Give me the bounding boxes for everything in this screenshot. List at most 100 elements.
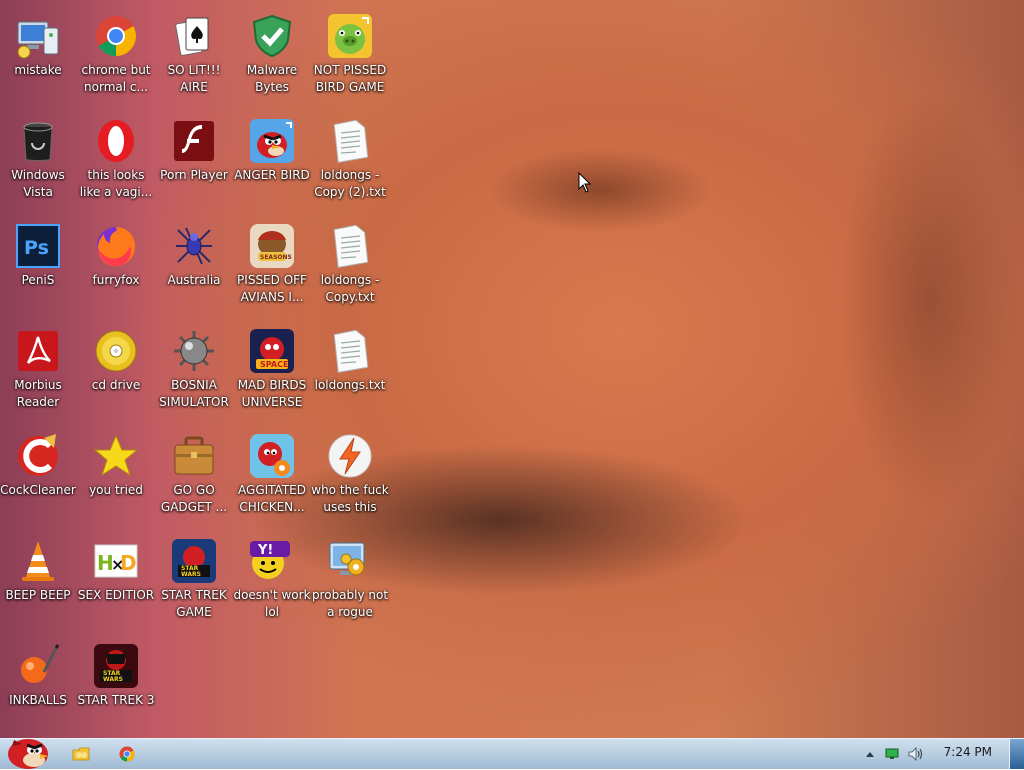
desktop-icon-doesn-t-work-lol[interactable]: Y! doesn't work lol bbox=[232, 529, 312, 633]
desktop-icon-cockcleaner[interactable]: CockCleaner bbox=[0, 424, 78, 528]
taskbar-explorer-button[interactable] bbox=[67, 742, 95, 766]
svg-text:WARS: WARS bbox=[103, 676, 123, 683]
mouse-cursor bbox=[578, 172, 592, 193]
desktop-icon-cd-drive[interactable]: cd drive bbox=[76, 319, 156, 423]
vlc-cone-icon bbox=[14, 537, 62, 585]
desktop-icon-furryfox[interactable]: furryfox bbox=[76, 214, 156, 318]
desktop-icon-you-tried[interactable]: you tried bbox=[76, 424, 156, 528]
show-desktop-button[interactable] bbox=[1009, 739, 1024, 769]
bird-space-icon: SPACE bbox=[248, 327, 296, 375]
desktop-icon-label: doesn't work lol bbox=[233, 588, 311, 619]
shield-check-icon bbox=[248, 12, 296, 60]
control-panel-icon bbox=[326, 537, 374, 585]
desktop-icon-loldongs-txt[interactable]: loldongs.txt bbox=[310, 319, 390, 423]
network-icon[interactable] bbox=[885, 748, 899, 760]
desktop-icon-label: Porn Player bbox=[160, 168, 228, 182]
cd-icon bbox=[92, 327, 140, 375]
solitaire-cards-icon bbox=[170, 12, 218, 60]
angry-bird-start-icon bbox=[8, 739, 48, 769]
start-button[interactable] bbox=[4, 731, 50, 769]
bird-seasons-icon: SEASONS bbox=[248, 222, 296, 270]
desktop-icon-label: STAR TREK 3 bbox=[77, 693, 155, 707]
hxd-icon: H × D bbox=[92, 537, 140, 585]
desktop-icon-label: cd drive bbox=[91, 378, 141, 392]
desktop-icon-label: INKBALLS bbox=[9, 693, 67, 707]
desktop-icon-penis[interactable]: Ps PeniS bbox=[0, 214, 78, 318]
desktop-icon-label: AGGITATED CHICKEN... bbox=[238, 483, 306, 514]
desktop-icon-label: this looks like a vagi... bbox=[79, 168, 153, 199]
desktop-icon-so-lit-aire[interactable]: SO LIT!!! AIRE bbox=[154, 4, 234, 108]
desktop-icon-loldongs-copy-txt[interactable]: loldongs - Copy.txt bbox=[310, 214, 390, 318]
desktop-icon-label: loldongs - Copy (2).txt bbox=[314, 168, 386, 199]
star-icon bbox=[92, 432, 140, 480]
volume-icon[interactable] bbox=[908, 747, 924, 761]
desktop-icon-label: chrome but normal c... bbox=[81, 63, 151, 94]
desktop-icon-go-go-gadget[interactable]: GO GO GADGET ... bbox=[154, 424, 234, 528]
taskbar-chrome-button[interactable] bbox=[113, 742, 141, 766]
desktop-icon-label: mistake bbox=[14, 63, 62, 77]
inkball-icon bbox=[14, 642, 62, 690]
desktop-icon-label: who the fuck uses this bbox=[311, 483, 389, 514]
recycle-bin-icon bbox=[14, 117, 62, 165]
taskbar-clock[interactable]: 7:24 PM bbox=[944, 745, 992, 759]
text-file-icon bbox=[326, 222, 374, 270]
desktop-icon-label: CockCleaner bbox=[0, 483, 76, 497]
desktop-icon-label: Australia bbox=[167, 273, 221, 287]
text-file-icon bbox=[326, 327, 374, 375]
desktop-icon-sex-editior[interactable]: H × D SEX EDITIOR bbox=[76, 529, 156, 633]
chrome-icon bbox=[119, 746, 135, 762]
desktop-icon-bosnia-simulator[interactable]: BOSNIA SIMULATOR bbox=[154, 319, 234, 423]
desktop-icon-mistake[interactable]: mistake bbox=[0, 4, 78, 108]
photoshop-icon: Ps bbox=[14, 222, 62, 270]
desktop-icon-label: NOT PISSED BIRD GAME bbox=[313, 63, 387, 94]
desktop-icon-label: probably not a rogue bbox=[311, 588, 389, 619]
desktop-icon-malware-bytes[interactable]: Malware Bytes bbox=[232, 4, 312, 108]
desktop-icon-label: SO LIT!!! AIRE bbox=[167, 63, 221, 94]
desktop-icon-label: BEEP BEEP bbox=[5, 588, 71, 602]
desktop-icon-not-pissed-bird-game[interactable]: NOT PISSED BIRD GAME bbox=[310, 4, 390, 108]
computer-icon bbox=[14, 12, 62, 60]
taskbar: 7:24 PM bbox=[0, 738, 1024, 769]
desktop-icon-label: you tried bbox=[89, 483, 143, 497]
svg-text:SEASONS: SEASONS bbox=[260, 254, 292, 261]
desktop-icon-mad-birds-universe[interactable]: SPACE MAD BIRDS UNIVERSE bbox=[232, 319, 312, 423]
desktop-icon-who-the-fuck-uses-this[interactable]: who the fuck uses this bbox=[310, 424, 390, 528]
desktop-icon-aggitated-chicken[interactable]: AGGITATED CHICKEN... bbox=[232, 424, 312, 528]
svg-text:WARS: WARS bbox=[181, 571, 201, 578]
chrome-icon bbox=[92, 12, 140, 60]
folder-icon bbox=[72, 747, 90, 761]
mine-icon bbox=[170, 327, 218, 375]
desktop-icon-loldongs-copy-2-txt[interactable]: loldongs - Copy (2).txt bbox=[310, 109, 390, 213]
desktop-icon-label: loldongs - Copy.txt bbox=[320, 273, 380, 304]
desktop-icon-porn-player[interactable]: Porn Player bbox=[154, 109, 234, 213]
star-wars-bird-icon: STAR WARS bbox=[170, 537, 218, 585]
desktop-icon-label: STAR TREK GAME bbox=[161, 588, 227, 619]
red-bird-icon bbox=[248, 117, 296, 165]
show-hidden-icon[interactable] bbox=[866, 751, 874, 757]
svg-text:D: D bbox=[120, 551, 137, 575]
svg-text:SPACE: SPACE bbox=[260, 360, 288, 369]
desktop-icon-this-looks-like-a-vagi[interactable]: this looks like a vagi... bbox=[76, 109, 156, 213]
desktop-icon-pissed-off-avians-i[interactable]: SEASONS PISSED OFF AVIANS I... bbox=[232, 214, 312, 318]
spider-icon bbox=[170, 222, 218, 270]
desktop-icon-label: furryfox bbox=[92, 273, 140, 287]
green-pig-icon bbox=[326, 12, 374, 60]
flash-icon bbox=[170, 117, 218, 165]
desktop-icon-label: PISSED OFF AVIANS I... bbox=[237, 273, 307, 304]
desktop-icon-star-trek-game[interactable]: STAR WARS STAR TREK GAME bbox=[154, 529, 234, 633]
desktop-icon-anger-bird[interactable]: ANGER BIRD bbox=[232, 109, 312, 213]
desktop-icon-label: SEX EDITIOR bbox=[77, 588, 155, 602]
desktop-icon-beep-beep[interactable]: BEEP BEEP bbox=[0, 529, 78, 633]
desktop-icon-chrome-but-normal-c[interactable]: chrome but normal c... bbox=[76, 4, 156, 108]
desktop-icon-label: Morbius Reader bbox=[14, 378, 62, 409]
desktop-icon-morbius-reader[interactable]: Morbius Reader bbox=[0, 319, 78, 423]
desktop-icon-star-trek-3[interactable]: STAR WARS STAR TREK 3 bbox=[76, 634, 156, 738]
desktop-icon-label: BOSNIA SIMULATOR bbox=[159, 378, 229, 409]
text-file-icon bbox=[326, 117, 374, 165]
desktop-icon-inkballs[interactable]: INKBALLS bbox=[0, 634, 78, 738]
desktop-icon-probably-not-a-rogue[interactable]: probably not a rogue bbox=[310, 529, 390, 633]
desktop-icon-windows-vista[interactable]: Windows Vista bbox=[0, 109, 78, 213]
desktop-icon-label: Malware Bytes bbox=[246, 63, 298, 94]
ccleaner-icon bbox=[14, 432, 62, 480]
desktop-icon-australia[interactable]: Australia bbox=[154, 214, 234, 318]
